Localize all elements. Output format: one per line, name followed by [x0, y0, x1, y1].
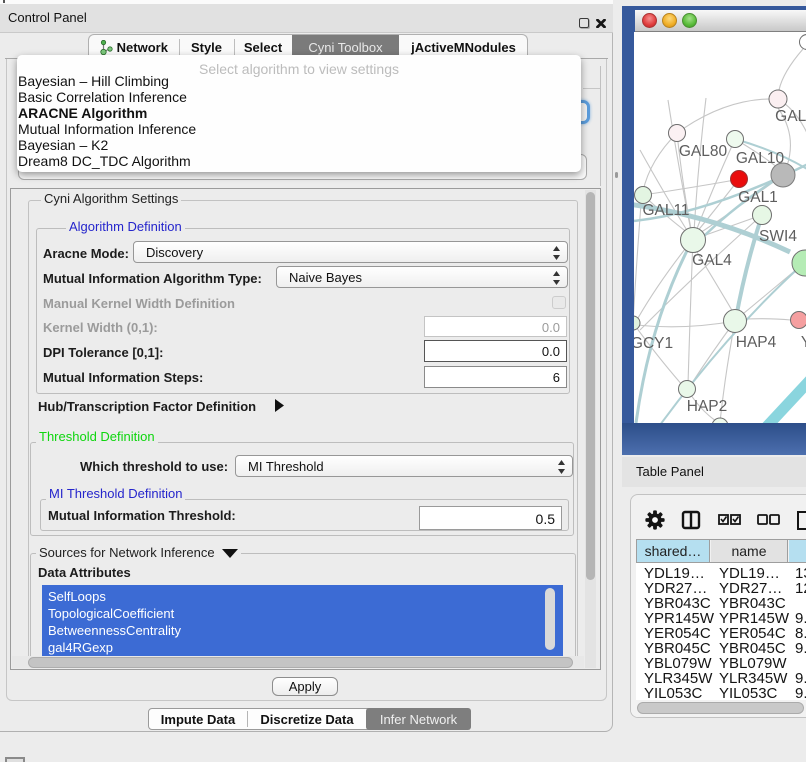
- svg-text:GAL7: GAL7: [775, 108, 806, 125]
- svg-text:GAL1: GAL1: [738, 189, 778, 206]
- svg-text:HAP4: HAP4: [736, 334, 777, 351]
- svg-text:GCY1: GCY1: [634, 335, 673, 352]
- svg-text:Y: Y: [801, 334, 806, 351]
- svg-text:GAL80: GAL80: [679, 143, 728, 160]
- svg-text:GAL4: GAL4: [692, 252, 732, 269]
- svg-text:HAP2: HAP2: [687, 398, 728, 415]
- svg-text:SWI4: SWI4: [759, 228, 797, 245]
- svg-text:GAL10: GAL10: [736, 150, 785, 167]
- svg-text:GAL11: GAL11: [642, 202, 689, 219]
